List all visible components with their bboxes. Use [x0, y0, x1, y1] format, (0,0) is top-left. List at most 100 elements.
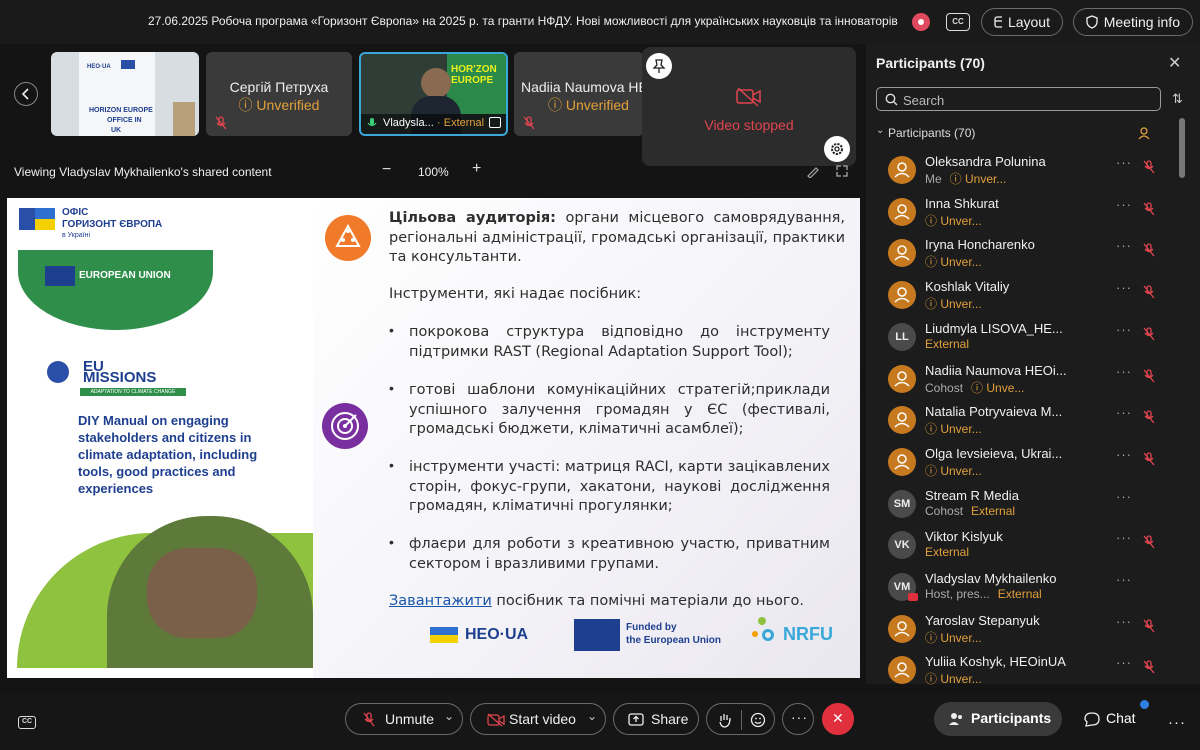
avatar — [888, 239, 916, 268]
video-tile-vladyslav[interactable]: HOR'ZON EUROPE Vladysla... · External — [359, 52, 508, 136]
more-options-icon[interactable]: ··· — [1116, 197, 1132, 212]
sign-line-3: UK — [111, 127, 122, 134]
zoom-level[interactable]: 100% — [418, 165, 449, 179]
participant-row[interactable]: Yaroslav Stepanyuk ⓘ Unver... ··· — [866, 611, 1176, 653]
more-options-icon[interactable]: ··· — [1116, 364, 1132, 379]
participant-row[interactable]: Iryna Honcharenko ⓘ Unver... ··· — [866, 235, 1176, 277]
nrfu-mark-icon — [752, 615, 780, 653]
video-tile-serhii[interactable]: Сергій Петруха ⓘ Unverified — [206, 52, 352, 136]
scroll-left-button[interactable] — [14, 82, 38, 106]
video-tile-room[interactable]: HEO·UA HORIZON EUROPE OFFICE IN UK — [51, 52, 199, 136]
self-view-tile[interactable]: Video stopped — [642, 47, 856, 166]
closed-captions-icon[interactable]: CC — [946, 13, 970, 31]
chevron-down-icon[interactable]: ⌄ — [876, 125, 884, 136]
unverified-icon: ⓘ — [925, 297, 941, 312]
external-status: External — [971, 503, 1016, 518]
participant-row[interactable]: Natalia Potryvaieva M... ⓘ Unver... ··· — [866, 402, 1176, 444]
shield-icon — [1086, 15, 1098, 29]
video-tile-nadiia[interactable]: Nadiia Naumova HE ⓘ Unverified — [514, 52, 644, 136]
participant-row[interactable]: Yuliia Koshyk, HEOinUA ⓘ Unver... ··· — [866, 652, 1176, 694]
audience-icon — [325, 215, 371, 261]
start-video-button[interactable]: Start video ⌄ — [470, 703, 606, 735]
person-icon — [894, 245, 910, 261]
horizon-banner: HOR'ZON EUROPE — [451, 64, 497, 86]
participant-row[interactable]: Oleksandra Polunina Me ⓘ Unver... ··· — [866, 152, 1176, 194]
more-options-icon[interactable]: ··· — [1116, 155, 1132, 170]
avatar — [888, 447, 916, 476]
settings-button[interactable] — [824, 136, 850, 162]
meeting-info-button[interactable]: Meeting info — [1073, 8, 1193, 36]
mic-muted-icon — [1143, 410, 1155, 424]
unmute-button[interactable]: Unmute ⌄ — [345, 703, 463, 735]
unverified-status: Unver... — [940, 297, 982, 312]
unverified-status: Unver... — [940, 422, 982, 437]
participant-row[interactable]: Inna Shkurat ⓘ Unver... ··· — [866, 194, 1176, 236]
bullet-item: покрокова структура відповідно до інстру… — [409, 324, 830, 360]
avatar — [888, 614, 916, 643]
zoom-in-button[interactable]: + — [472, 160, 481, 178]
share-label: Share — [651, 711, 689, 727]
mic-muted-icon — [1143, 160, 1155, 174]
chevron-down-icon[interactable]: ⌄ — [587, 709, 597, 723]
expand-icon[interactable] — [835, 164, 849, 178]
share-button[interactable]: Share — [613, 703, 699, 735]
zoom-out-button[interactable]: − — [382, 161, 391, 179]
recording-icon[interactable] — [912, 13, 930, 31]
mic-muted-icon — [1143, 535, 1155, 549]
participant-row[interactable]: Nadiia Naumova HEOi... Cohost ⓘ Unve... ··· — [866, 361, 1176, 403]
participant-row[interactable]: VM Vladyslav Mykhailenko Host, pres... Exte… — [866, 569, 1176, 611]
participant-row[interactable]: Olga Ievsieieva, Ukrai... ⓘ Unver... ··· — [866, 444, 1176, 486]
raise-hand-icon[interactable] — [718, 712, 732, 728]
more-options-icon[interactable]: ··· — [1116, 280, 1132, 295]
person-icon — [894, 454, 910, 470]
more-options-icon[interactable]: ··· — [1116, 655, 1132, 670]
participant-row[interactable]: LL Liudmyla LISOVA_HE... External ··· — [866, 319, 1176, 361]
more-options-icon[interactable]: ··· — [1116, 322, 1132, 337]
participants-button[interactable]: Participants — [934, 702, 1062, 736]
bottom-control-bar: CC Unmute ⌄ Start video ⌄ Share ··· ✕ Pa… — [0, 694, 1200, 750]
search-input[interactable]: Search — [876, 87, 1161, 111]
layout-button[interactable]: Layout — [981, 8, 1063, 36]
more-options-icon[interactable]: ··· — [1116, 447, 1132, 462]
person-icon — [894, 287, 910, 303]
participant-subline: ⓘ Unver... — [925, 212, 982, 229]
nrfu-logo: NRFU — [783, 624, 833, 644]
unverified-icon: ⓘ — [548, 97, 566, 113]
participant-subline: Cohost External — [925, 504, 1015, 518]
annotate-icon[interactable] — [806, 164, 820, 178]
download-link[interactable]: Завантажити — [389, 593, 492, 609]
sort-icon[interactable]: ⇅ — [1172, 91, 1183, 107]
more-icon[interactable]: ··· — [1168, 714, 1186, 731]
chat-button[interactable]: Chat — [1082, 700, 1162, 736]
participant-row[interactable]: SM Stream R Media Cohost External ··· — [866, 486, 1176, 528]
participants-group-label[interactable]: Participants (70) — [888, 126, 975, 140]
person-icon — [894, 620, 910, 637]
chevron-down-icon[interactable]: ⌄ — [444, 709, 454, 723]
pin-button[interactable] — [646, 53, 672, 79]
captions-icon[interactable]: CC — [18, 716, 36, 729]
more-options-icon[interactable]: ··· — [1116, 238, 1132, 253]
leave-meeting-button[interactable]: ✕ — [822, 703, 854, 735]
participants-label: Participants — [971, 710, 1052, 726]
more-options-icon[interactable]: ··· — [1116, 489, 1132, 504]
admit-icon[interactable] — [1138, 126, 1152, 140]
participant-row[interactable]: VK Viktor Kislyuk External ··· — [866, 527, 1176, 569]
eu-missions-subtitle: ADAPTATION TO CLIMATE CHANGE — [80, 388, 186, 396]
more-options-icon[interactable]: ··· — [1116, 405, 1132, 420]
participant-subline: External — [925, 337, 969, 351]
close-icon[interactable]: ✕ — [1168, 53, 1181, 73]
more-options-icon[interactable]: ··· — [1116, 614, 1132, 629]
more-options-button[interactable]: ··· — [782, 703, 814, 735]
emoji-icon[interactable] — [750, 712, 766, 728]
more-options-icon[interactable]: ··· — [1116, 572, 1132, 587]
more-options-icon[interactable]: ··· — [1116, 530, 1132, 545]
participant-row[interactable]: Koshlak Vitaliy ⓘ Unver... ··· — [866, 277, 1176, 319]
office-logo-line1: ОФІС — [62, 207, 89, 218]
unverified-icon: ⓘ — [925, 463, 941, 478]
unverified-status: Unve... — [986, 380, 1025, 395]
participant-subline: ⓘ Unver... — [925, 670, 982, 687]
unverified-icon: ⓘ — [238, 97, 257, 113]
avatar: SM — [888, 489, 916, 518]
scrollbar[interactable] — [1179, 118, 1185, 178]
tools-intro: Інструменти, які надає посібник: — [389, 286, 642, 302]
